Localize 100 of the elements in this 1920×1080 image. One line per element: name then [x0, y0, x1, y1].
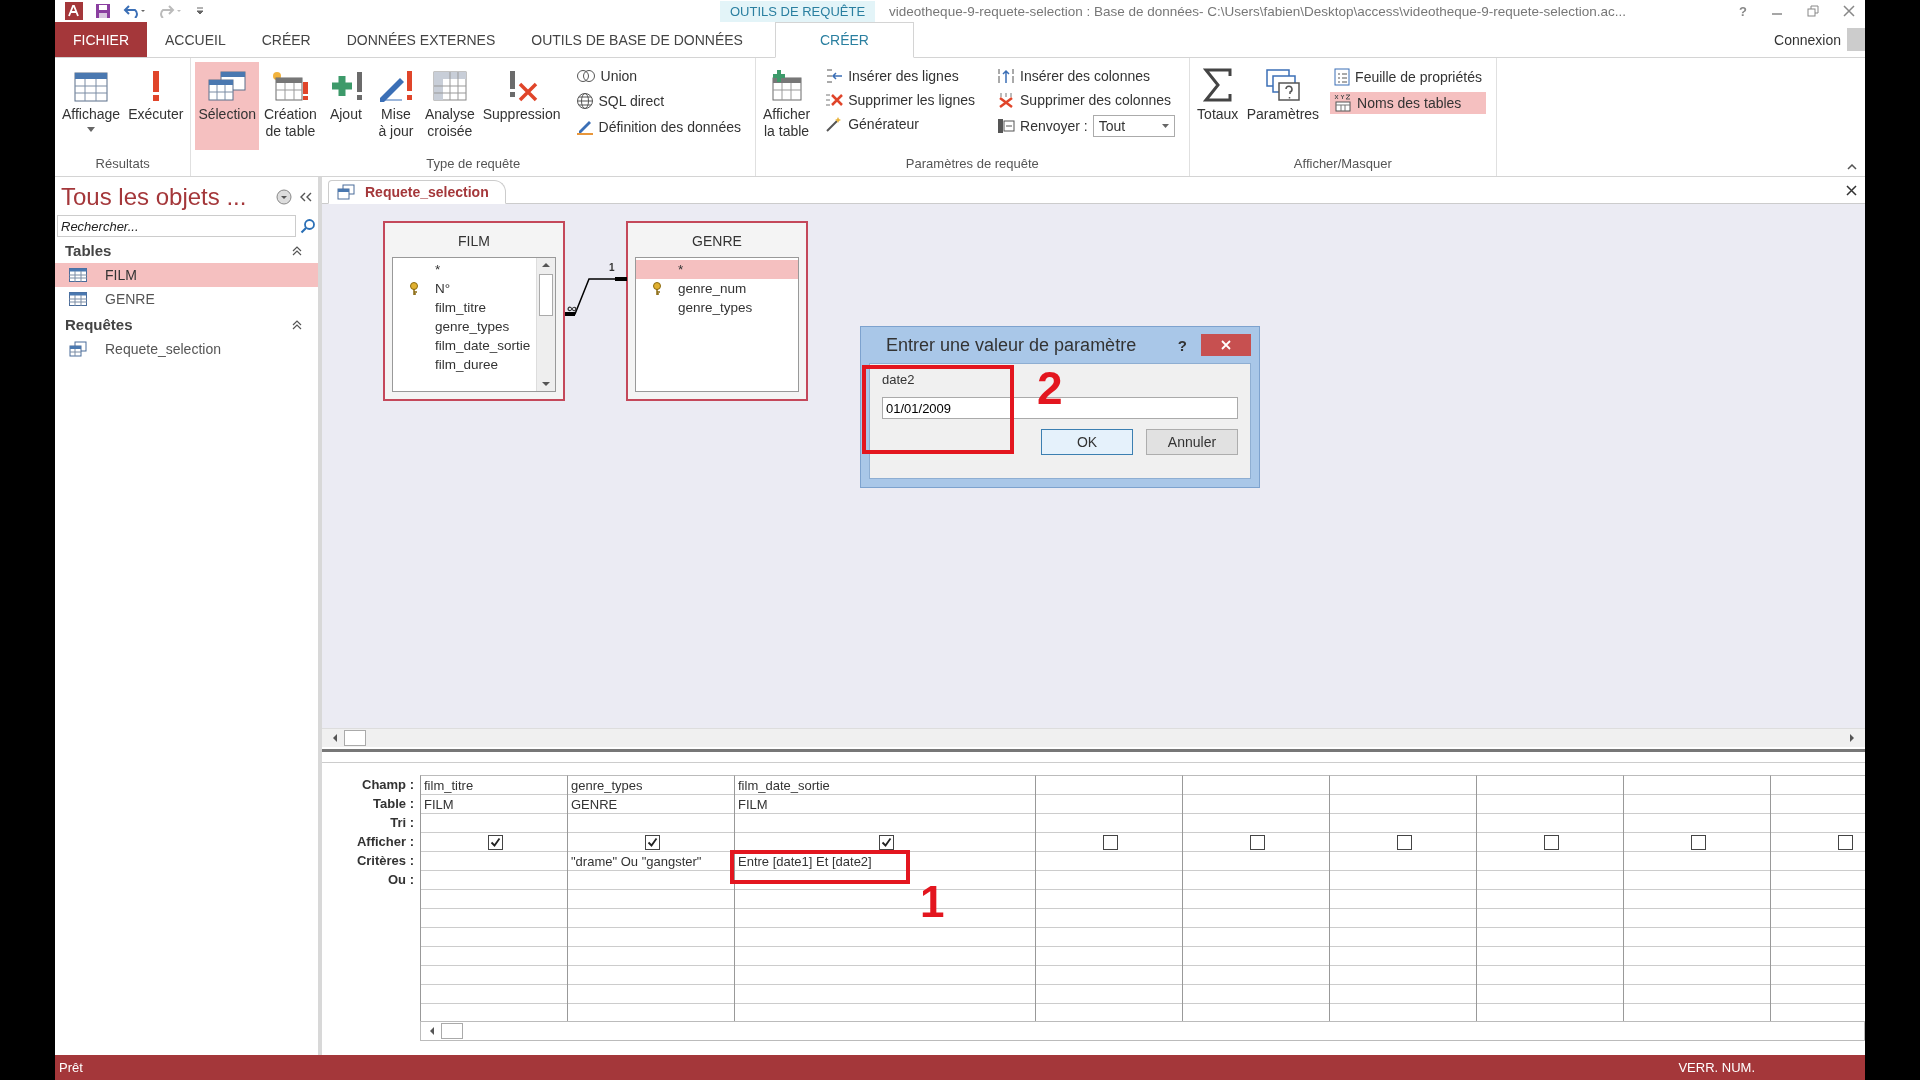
checkbox[interactable]	[1691, 834, 1706, 850]
query-icon	[69, 341, 87, 357]
checkbox[interactable]	[645, 834, 660, 850]
table-field-list[interactable]: GENRE * genre_num genre_types	[626, 221, 808, 401]
field-item[interactable]: genre_types	[636, 298, 798, 317]
save-icon[interactable]	[95, 3, 111, 19]
ribbon-button[interactable]: Exécuter	[125, 62, 187, 150]
ribbon-button[interactable]: Noms des tables	[1330, 92, 1486, 114]
ribbon-tab[interactable]: OUTILS DE BASE DE DONNÉES	[513, 22, 761, 57]
ribbon-tab[interactable]: ACCUEIL	[147, 22, 244, 57]
group-label: Résultats	[94, 156, 151, 173]
checkbox[interactable]	[488, 834, 503, 850]
field-item[interactable]: genre_num	[636, 279, 798, 298]
grid-cell[interactable]: Entre [date1] Et [date2]	[735, 852, 1035, 871]
ribbon-tab[interactable]: DONNÉES EXTERNES	[328, 22, 514, 57]
document-tab[interactable]: Requete_selection	[328, 180, 506, 204]
search-icon[interactable]	[300, 218, 316, 234]
ribbon-tab[interactable]: CRÉER	[243, 22, 329, 57]
field-item[interactable]: *	[636, 260, 798, 279]
grid-cell[interactable]: genre_types	[568, 776, 734, 795]
field-item[interactable]: genre_types	[393, 317, 536, 336]
undo-icon[interactable]	[123, 4, 147, 18]
ribbon-button[interactable]: Analyse croisée	[421, 62, 478, 150]
sign-in-link[interactable]: Connexion	[1774, 22, 1847, 57]
key-icon	[652, 281, 662, 296]
ribbon-tab[interactable]: CRÉER	[774, 22, 914, 58]
ribbon-button[interactable]: Suppression	[479, 62, 564, 150]
checkbox[interactable]	[1250, 834, 1265, 850]
dialog-title: Entrer une valeur de paramètre	[885, 334, 1138, 356]
field-item[interactable]: N°	[393, 279, 536, 298]
row-header: Afficher :	[356, 833, 414, 851]
ribbon-button[interactable]: Feuille de propriétés	[1330, 66, 1486, 88]
ribbon-button[interactable]: Totaux	[1193, 62, 1242, 150]
scrollbar[interactable]	[536, 258, 555, 391]
grid-cell[interactable]: FILM	[735, 795, 1035, 814]
nav-item[interactable]: FILM	[55, 263, 318, 287]
pane-splitter[interactable]	[322, 749, 1865, 763]
checkbox[interactable]	[1838, 834, 1853, 850]
status-text: Prêt	[59, 1060, 83, 1075]
ribbon-button[interactable]: Supprimer des colonnes	[993, 90, 1179, 110]
section-header[interactable]: Tables	[65, 242, 112, 259]
checkbox[interactable]	[879, 834, 894, 850]
ribbon-button[interactable]: Définition des données	[571, 116, 745, 138]
grid-cell[interactable]: "drame" Ou "gangster"	[568, 852, 734, 871]
ribbon-button[interactable]: Insérer des colonnes	[993, 66, 1179, 86]
field-item[interactable]: film_titre	[393, 298, 536, 317]
checkbox[interactable]	[1103, 834, 1118, 850]
table-icon	[69, 292, 87, 306]
field-item[interactable]: film_duree	[393, 355, 536, 374]
checkbox[interactable]	[1544, 834, 1559, 850]
collapse-pane-icon[interactable]	[300, 192, 312, 202]
customize-icon[interactable]	[195, 6, 205, 16]
ribbon-button[interactable]: Ajout	[321, 62, 370, 150]
grid-cell[interactable]: GENRE	[568, 795, 734, 814]
field-item[interactable]: *	[393, 260, 536, 279]
ribbon-button[interactable]: Insérer des lignes	[821, 66, 980, 86]
section-header[interactable]: Requêtes	[65, 316, 133, 333]
nav-item[interactable]: GENRE	[55, 287, 318, 311]
ribbon-button[interactable]: Afficher la table	[759, 62, 814, 150]
ribbon-button[interactable]: Générateur	[821, 114, 980, 134]
dialog-button[interactable]: OK	[1041, 429, 1133, 455]
search-field[interactable]: Rechercher...	[57, 215, 296, 237]
chevron-up-icon[interactable]	[292, 245, 302, 256]
parameters-icon	[1264, 66, 1301, 102]
help-button[interactable]: ?	[1177, 336, 1187, 354]
caret-icon	[1161, 124, 1169, 128]
dialog-button[interactable]: Annuler	[1146, 429, 1238, 455]
scrollbar[interactable]	[322, 728, 1865, 747]
ribbon-button[interactable]: Création de table	[260, 62, 320, 150]
ribbon-button[interactable]: Affichage	[59, 62, 124, 150]
ribbon-button[interactable]: SQL direct	[571, 90, 745, 112]
return-dropdown[interactable]: Tout	[1092, 115, 1175, 137]
close-icon[interactable]	[1846, 184, 1857, 196]
checkbox[interactable]	[1397, 834, 1412, 850]
grid-cell[interactable]: film_titre	[421, 776, 567, 795]
property-sheet-icon	[1334, 68, 1351, 86]
field-item[interactable]: film_date_sortie	[393, 336, 536, 355]
nav-item[interactable]: Requete_selection	[55, 337, 318, 361]
grid-cell[interactable]: FILM	[421, 795, 567, 814]
navigation-pane-title[interactable]: Tous les objets ...	[61, 183, 268, 211]
close-button[interactable]	[1201, 334, 1251, 356]
scroll-thumb[interactable]	[344, 730, 366, 746]
close-icon	[1221, 340, 1231, 350]
dropdown-circle-icon[interactable]	[276, 189, 292, 205]
ribbon-tab[interactable]: FICHIER	[55, 22, 147, 57]
ribbon-button[interactable]: Union	[571, 66, 745, 86]
scroll-thumb[interactable]	[539, 274, 553, 316]
table-name: GENRE	[691, 232, 743, 251]
ribbon-button[interactable]: Supprimer les lignes	[821, 90, 980, 110]
chevron-up-icon[interactable]	[292, 319, 302, 330]
ribbon-button[interactable]: Sélection	[195, 62, 259, 150]
ribbon-button[interactable]: Paramètres	[1243, 62, 1323, 150]
scroll-thumb[interactable]	[441, 1023, 463, 1039]
scrollbar[interactable]	[420, 1021, 1865, 1041]
globe-icon	[575, 92, 594, 110]
help-button[interactable]: ?	[1739, 3, 1747, 19]
table-field-list[interactable]: FILM * N° film_titre genre_types film_date_sortie film_duree	[383, 221, 565, 401]
ribbon-button[interactable]: Mise à jour	[371, 62, 420, 150]
grid-cell[interactable]: film_date_sortie	[735, 776, 1035, 795]
insert-columns-icon	[997, 68, 1016, 84]
